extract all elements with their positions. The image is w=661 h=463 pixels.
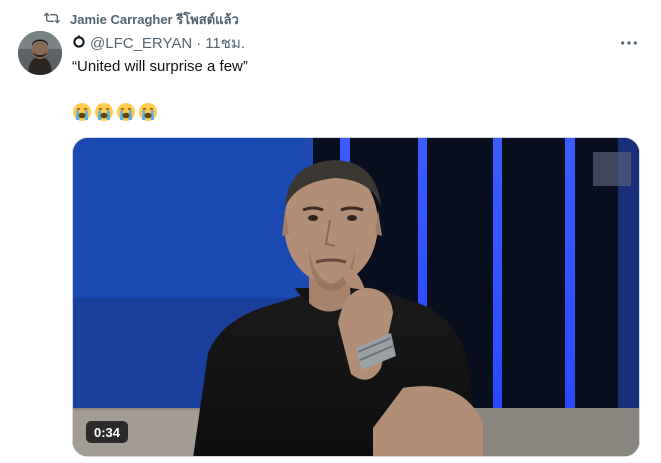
emoji-row	[72, 102, 158, 122]
tweet-timestamp[interactable]: 11ชม.	[205, 31, 245, 55]
loudly-crying-face-icon	[73, 103, 91, 121]
repost-icon	[44, 10, 60, 29]
tweet-header: @LFC_ERYAN · 11ชม.	[72, 33, 245, 53]
author-handle[interactable]: @LFC_ERYAN	[90, 35, 192, 52]
more-icon[interactable]	[618, 34, 640, 52]
video-thumbnail	[73, 138, 639, 456]
loudly-crying-face-icon	[95, 103, 113, 121]
tweet-text: “United will surprise a few”	[72, 58, 248, 75]
tweet[interactable]: Jamie Carragher รีโพสต์แล้ว @LFC_ERYAN ·…	[0, 0, 661, 463]
repost-label: Jamie Carragher รีโพสต์แล้ว	[70, 11, 239, 27]
loudly-crying-face-icon	[117, 103, 135, 121]
profile-badge-icon	[72, 34, 86, 52]
avatar[interactable]	[18, 31, 62, 75]
header-separator: ·	[196, 34, 202, 52]
loudly-crying-face-icon	[139, 103, 157, 121]
video-player[interactable]: 0:34	[72, 137, 640, 457]
video-duration-badge: 0:34	[86, 421, 129, 443]
repost-indicator[interactable]: Jamie Carragher รีโพสต์แล้ว	[44, 9, 239, 29]
